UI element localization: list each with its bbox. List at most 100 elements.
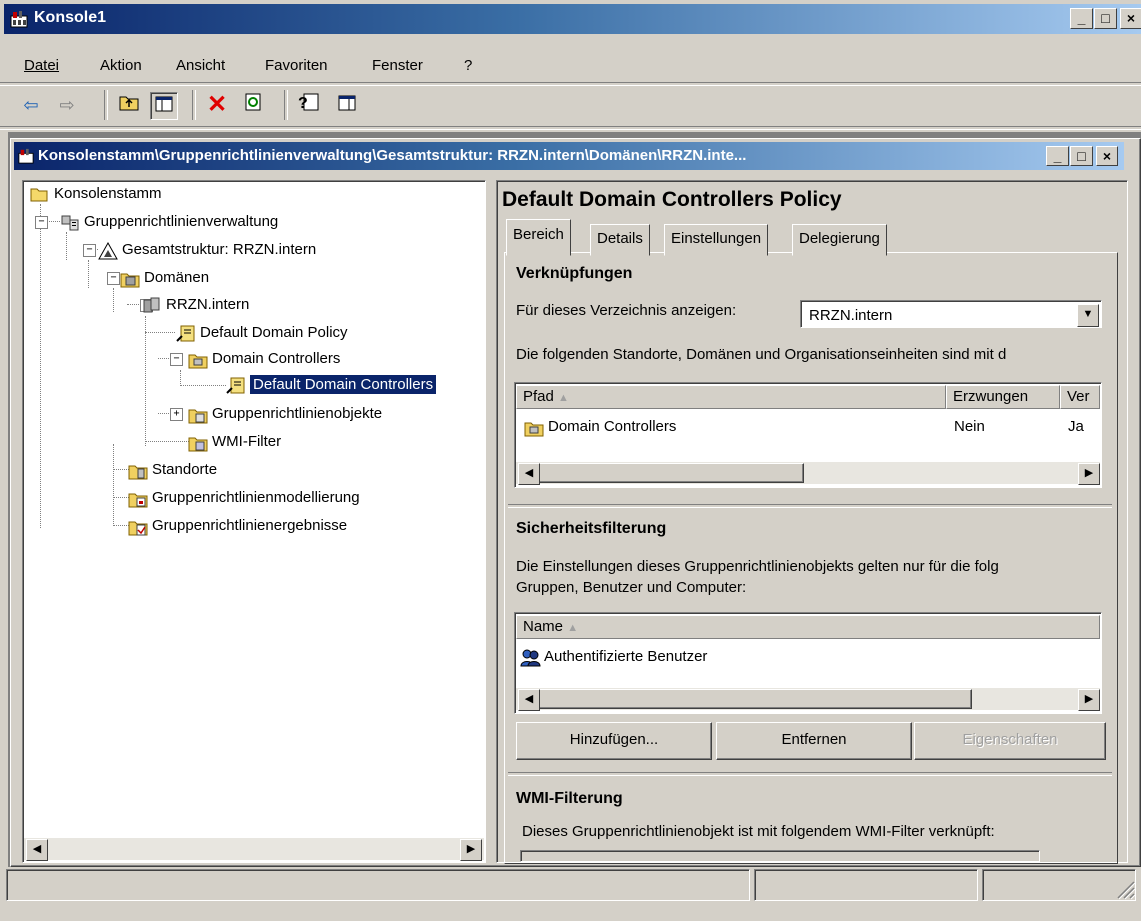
scroll-right-button[interactable]: ▶ [1078, 689, 1100, 711]
column-header-ver[interactable]: Ver [1060, 385, 1100, 409]
menu-ansicht[interactable]: Ansicht [176, 57, 225, 74]
scroll-left-button[interactable]: ◀ [26, 839, 48, 861]
links-heading: Verknüpfungen [516, 265, 633, 282]
maximize-button[interactable]: □ [1094, 8, 1117, 29]
show-hide-action-pane-icon[interactable] [334, 92, 360, 118]
tree-item-konsolenstamm[interactable]: Konsolenstamm [30, 182, 162, 206]
back-icon[interactable]: ⇦ [18, 92, 44, 118]
tree-item-domaenen[interactable]: Domänen [120, 266, 209, 290]
tree-item-rrzn-intern[interactable]: RRZN.intern [142, 293, 249, 317]
help-icon[interactable]: ? [296, 92, 322, 118]
properties-button[interactable]: Eigenschaften [914, 722, 1106, 760]
forward-icon[interactable]: ⇨ [54, 92, 80, 118]
show-hide-tree-icon[interactable] [150, 92, 178, 120]
child-title-bar[interactable]: Konsolenstamm\Gruppenrichtlinienverwaltu… [14, 142, 1124, 170]
security-hscrollbar[interactable]: ◀ ▶ [516, 688, 1100, 711]
column-header-pfad[interactable]: Pfad ▲ [516, 385, 946, 409]
tree-item-label: WMI-Filter [212, 433, 282, 450]
tree-item-modellierung[interactable]: Gruppenrichtlinienmodellierung [128, 486, 360, 510]
column-header-label: Pfad [523, 388, 554, 405]
add-button[interactable]: Hinzufügen... [516, 722, 712, 760]
tree-item-label: Domänen [144, 269, 210, 286]
close-button[interactable]: × [1120, 8, 1141, 29]
refresh-icon[interactable] [240, 92, 266, 118]
up-folder-icon[interactable] [116, 92, 142, 118]
menu-datei[interactable]: Datei [24, 57, 59, 74]
detail-heading: Default Domain Controllers Policy [502, 188, 842, 211]
tree-item-domain-controllers[interactable]: Domain Controllers [188, 347, 340, 371]
window-title: Konsole1 [34, 9, 107, 26]
mmc-app-icon [10, 10, 28, 28]
tree-item-gruppenrichtlinienverwaltung[interactable]: Gruppenrichtlinienverwaltung [60, 210, 278, 234]
menu-bar: Datei Aktion Ansicht Favoriten Fenster ? [0, 48, 1141, 78]
tab-delegierung[interactable]: Delegierung [792, 224, 887, 256]
links-description: Die folgenden Standorte, Domänen und Org… [516, 346, 1007, 363]
collapse-toggle[interactable]: − [83, 244, 96, 257]
scroll-right-button[interactable]: ▶ [460, 839, 482, 861]
toolbar-divider [0, 126, 1141, 130]
scroll-right-button[interactable]: ▶ [1078, 463, 1100, 485]
tab-details[interactable]: Details [590, 224, 650, 256]
column-header-label: Name [523, 618, 564, 635]
tree-item-label: Gruppenrichtlinienmodellierung [152, 489, 360, 506]
tree-item-ergebnisse[interactable]: Gruppenrichtlinienergebnisse [128, 514, 347, 538]
show-for-label: Für dieses Verzeichnis anzeigen: [516, 302, 736, 319]
sort-asc-icon: ▲ [567, 622, 579, 634]
toolbar-separator [284, 90, 288, 120]
cell-enforced: Nein [954, 418, 985, 435]
results-icon [128, 518, 148, 536]
tree-item-wmi-filter[interactable]: WMI-Filter [188, 430, 281, 454]
sites-icon [128, 462, 148, 480]
tree-item-label: RRZN.intern [166, 296, 250, 313]
table-row[interactable]: Authentifizierte Benutzer [520, 643, 1100, 671]
minimize-button[interactable]: _ [1070, 8, 1093, 29]
svg-text:?: ? [298, 95, 308, 112]
menu-help[interactable]: ? [464, 57, 472, 74]
tree-item-default-domain-controllers[interactable]: Default Domain Controllers [226, 373, 438, 397]
tab-einstellungen[interactable]: Einstellungen [664, 224, 769, 256]
tree-item-label: Gruppenrichtlinienobjekte [212, 405, 383, 422]
scroll-thumb[interactable] [538, 463, 804, 483]
tree-item-default-domain-policy[interactable]: Default Domain Policy [176, 321, 348, 345]
wmi-folder-icon [188, 434, 208, 452]
links-hscrollbar[interactable]: ◀ ▶ [516, 462, 1100, 485]
menu-aktion[interactable]: Aktion [100, 57, 142, 74]
tree-item-gruppenrichtlinienobjekte[interactable]: Gruppenrichtlinienobjekte [188, 402, 382, 426]
collapse-toggle[interactable]: − [35, 216, 48, 229]
tree-item-label: Gruppenrichtlinienergebnisse [152, 517, 348, 534]
menu-fenster[interactable]: Fenster [372, 57, 423, 74]
collapse-toggle[interactable]: − [107, 272, 120, 285]
scroll-left-button[interactable]: ◀ [518, 463, 540, 485]
chevron-down-icon[interactable]: ▼ [1077, 304, 1099, 327]
show-for-dropdown[interactable]: RRZN.intern ▼ [800, 300, 1102, 328]
tree-item-gesamtstruktur[interactable]: Gesamtstruktur: RRZN.intern [98, 238, 316, 262]
expand-toggle[interactable]: + [170, 408, 183, 421]
tree-item-label: Konsolenstamm [54, 185, 162, 202]
child-maximize-button[interactable]: □ [1070, 146, 1093, 166]
scroll-thumb[interactable] [538, 689, 972, 709]
toolbar-separator [104, 90, 108, 120]
domain-icon [142, 297, 162, 313]
main-title-bar[interactable]: Konsole1 _ □ × [4, 4, 1141, 34]
tree-item-label: Standorte [152, 461, 218, 478]
column-header-erzwungen[interactable]: Erzwungen [946, 385, 1060, 409]
tab-bereich[interactable]: Bereich [506, 219, 571, 256]
resize-grip-icon[interactable] [1112, 876, 1136, 900]
collapse-toggle[interactable]: − [170, 353, 183, 366]
tree-hscrollbar[interactable]: ◀ ▶ [24, 838, 484, 861]
gpo-link-icon [176, 325, 196, 342]
delete-icon[interactable]: ✕ [204, 92, 230, 118]
remove-button[interactable]: Entfernen [716, 722, 912, 760]
tree-item-standorte[interactable]: Standorte [128, 458, 217, 482]
child-close-button[interactable]: × [1096, 146, 1118, 166]
column-header-name[interactable]: Name ▲ [516, 615, 1100, 639]
menu-favoriten[interactable]: Favoriten [265, 57, 328, 74]
scroll-left-button[interactable]: ◀ [518, 689, 540, 711]
table-row[interactable]: Domain Controllers Nein Ja [518, 413, 1100, 441]
toolbar-separator [192, 90, 196, 120]
security-heading: Sicherheitsfilterung [516, 520, 667, 537]
wmi-filter-field[interactable] [520, 850, 1040, 862]
mmc-child-icon [18, 148, 34, 164]
child-minimize-button[interactable]: _ [1046, 146, 1069, 166]
folder-icon [30, 186, 50, 202]
